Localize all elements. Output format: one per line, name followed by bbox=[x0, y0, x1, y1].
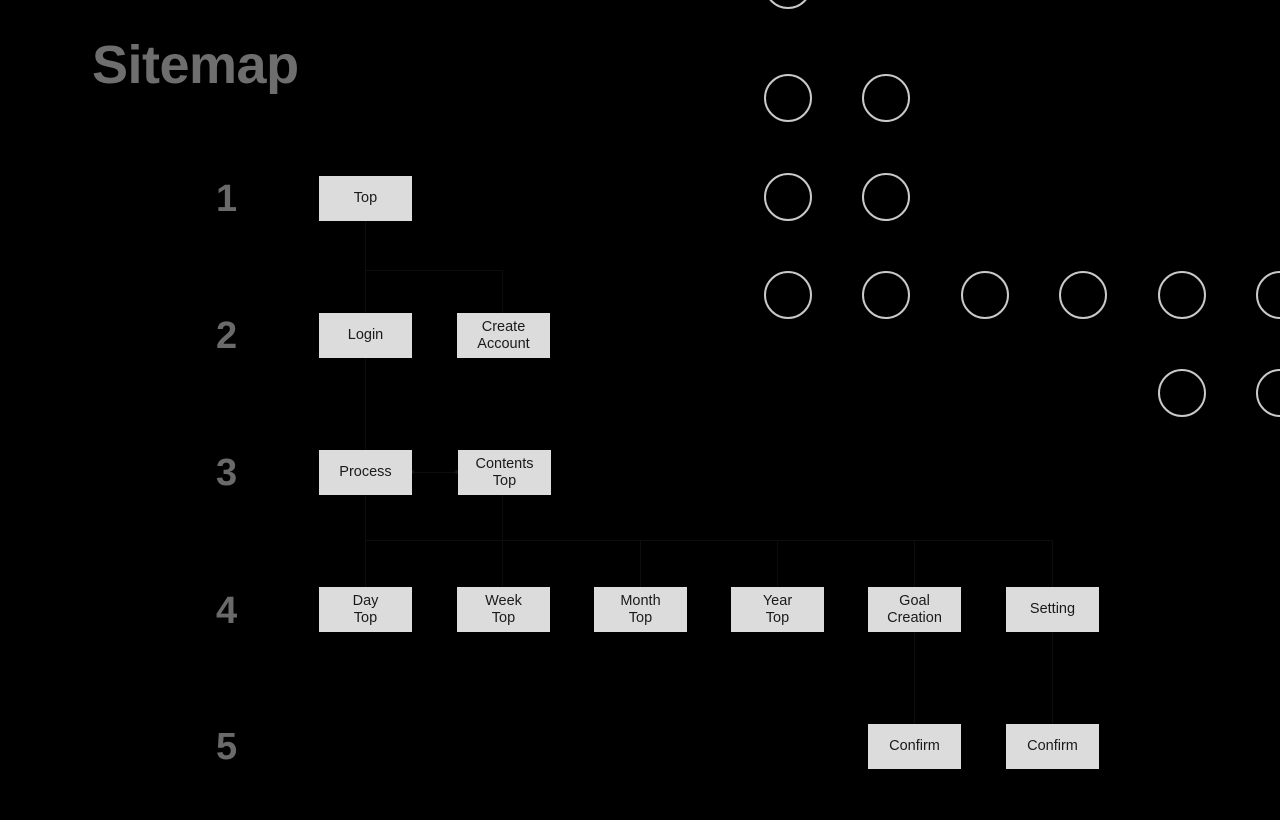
circle-node[interactable] bbox=[1158, 369, 1206, 417]
circle-node[interactable] bbox=[1256, 271, 1280, 319]
node-box-contents-top[interactable]: Contents Top bbox=[458, 450, 551, 495]
node-box-setting[interactable]: Setting bbox=[1006, 587, 1099, 632]
node-box-day-top[interactable]: Day Top bbox=[319, 587, 412, 632]
circle-node[interactable] bbox=[764, 74, 812, 122]
row-number-4: 4 bbox=[216, 590, 238, 632]
node-box-top[interactable]: Top bbox=[319, 176, 412, 221]
connector-horizontal bbox=[365, 270, 502, 271]
connector-vertical bbox=[502, 495, 503, 587]
node-box-goal-creation[interactable]: Goal Creation bbox=[868, 587, 961, 632]
circle-node[interactable] bbox=[1256, 369, 1280, 417]
circle-node[interactable] bbox=[764, 0, 812, 9]
connector-vertical bbox=[365, 495, 366, 587]
node-box-create-account[interactable]: Create Account bbox=[457, 313, 550, 358]
connector-horizontal bbox=[365, 540, 1052, 541]
connector-vertical bbox=[777, 540, 778, 587]
row-number-3: 3 bbox=[216, 452, 238, 494]
circle-node[interactable] bbox=[764, 271, 812, 319]
row-number-5: 5 bbox=[216, 726, 238, 768]
circle-node[interactable] bbox=[862, 173, 910, 221]
connector-vertical bbox=[1052, 540, 1053, 587]
connector-vertical bbox=[365, 221, 366, 313]
sitemap-canvas: Sitemap 1 2 3 4 5 Top Login Create Account Proc… bbox=[0, 0, 1280, 820]
circle-node[interactable] bbox=[862, 74, 910, 122]
node-box-login[interactable]: Login bbox=[319, 313, 412, 358]
node-box-month-top[interactable]: Month Top bbox=[594, 587, 687, 632]
node-box-year-top[interactable]: Year Top bbox=[731, 587, 824, 632]
page-title: Sitemap bbox=[92, 35, 299, 95]
circle-node[interactable] bbox=[1158, 271, 1206, 319]
connector-vertical bbox=[640, 540, 641, 587]
connector-vertical bbox=[365, 358, 366, 450]
connector-vertical bbox=[502, 270, 503, 313]
circle-node[interactable] bbox=[961, 271, 1009, 319]
connector-vertical bbox=[1052, 632, 1053, 724]
row-number-2: 2 bbox=[216, 315, 238, 357]
node-box-process[interactable]: Process bbox=[319, 450, 412, 495]
circle-node[interactable] bbox=[1059, 271, 1107, 319]
node-box-confirm[interactable]: Confirm bbox=[868, 724, 961, 769]
node-box-confirm[interactable]: Confirm bbox=[1006, 724, 1099, 769]
node-box-week-top[interactable]: Week Top bbox=[457, 587, 550, 632]
circle-node[interactable] bbox=[862, 271, 910, 319]
connector-horizontal bbox=[412, 472, 458, 473]
circle-node[interactable] bbox=[764, 173, 812, 221]
connector-vertical bbox=[914, 540, 915, 587]
row-number-1: 1 bbox=[216, 178, 238, 220]
connector-vertical bbox=[914, 632, 915, 724]
